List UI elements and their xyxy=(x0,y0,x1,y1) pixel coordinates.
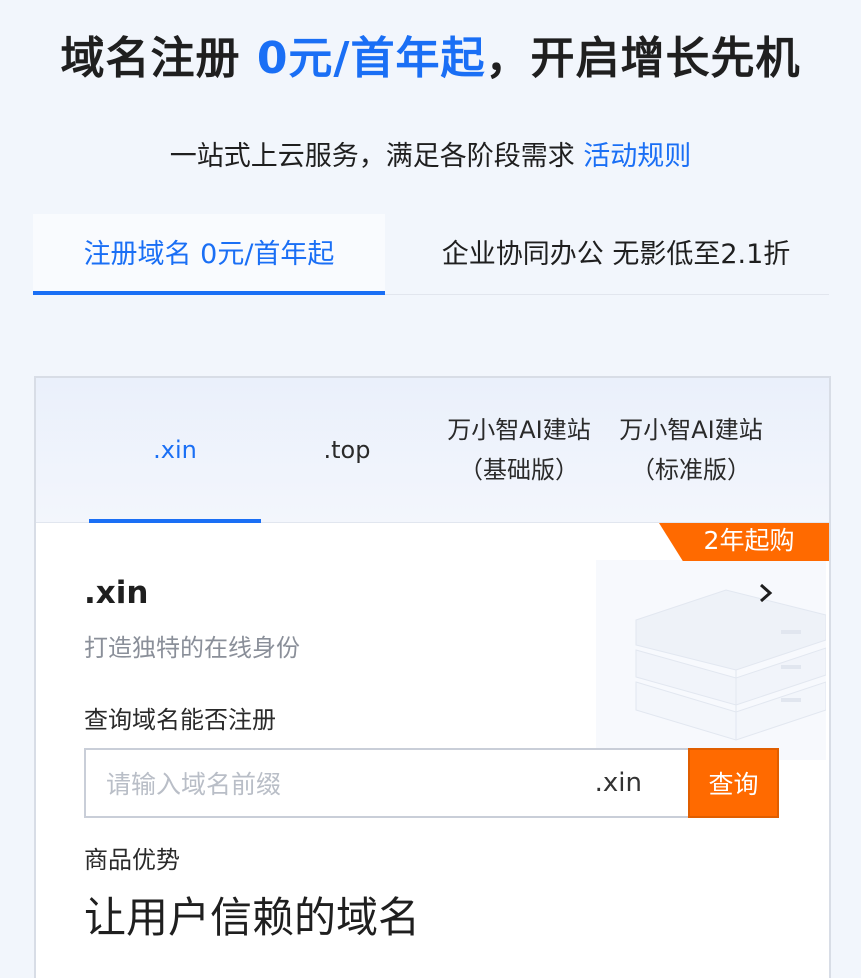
promo-badge: 2年起购 xyxy=(659,523,829,561)
product-tab-bar: .xin .top 万小智AI建站 （基础版） 万小智AI建站 （标准版） xyxy=(36,378,829,523)
chevron-right-icon[interactable] xyxy=(752,578,780,608)
product-description: 打造独特的在线身份 xyxy=(84,634,300,662)
advantage-title: 让用户信赖的域名 xyxy=(84,893,421,942)
server-illustration xyxy=(596,560,826,760)
tab-domain-registration[interactable]: 注册域名 0元/首年起 xyxy=(33,214,385,295)
product-tab-ai-basic[interactable]: 万小智AI建站 （基础版） xyxy=(433,378,605,522)
search-button[interactable]: 查询 xyxy=(688,748,779,818)
domain-suffix: .xin xyxy=(594,768,642,798)
domain-search-input[interactable] xyxy=(86,750,588,818)
product-name: .xin xyxy=(84,575,149,611)
product-tab-sublabel: （标准版） xyxy=(631,456,751,484)
product-tab-label: .top xyxy=(323,436,371,464)
product-tab-top[interactable]: .top xyxy=(261,378,433,522)
active-tab-indicator xyxy=(89,519,261,523)
top-tab-bar: 注册域名 0元/首年起 企业协同办公 无影低至2.1折 xyxy=(33,214,829,295)
subtitle-text: 一站式上云服务，满足各阶段需求 xyxy=(169,141,584,172)
product-card: .xin .top 万小智AI建站 （基础版） 万小智AI建站 （标准版） 2年… xyxy=(34,376,831,978)
domain-search-box: .xin xyxy=(84,748,688,818)
page-title: 域名注册 0元/首年起，开启增长先机 xyxy=(0,22,861,86)
title-prefix: 域名注册 xyxy=(60,33,257,84)
product-tab-label: 万小智AI建站 xyxy=(619,416,763,444)
query-label: 查询域名能否注册 xyxy=(84,706,276,734)
tab-enterprise-office[interactable]: 企业协同办公 无影低至2.1折 xyxy=(421,214,811,294)
advantage-label: 商品优势 xyxy=(84,846,180,874)
product-tab-label: 万小智AI建站 xyxy=(447,416,591,444)
title-accent: 0元/首年起 xyxy=(256,33,486,84)
product-tab-ai-standard[interactable]: 万小智AI建站 （标准版） xyxy=(605,378,777,522)
product-tab-label: .xin xyxy=(153,436,197,464)
title-suffix: ，开启增长先机 xyxy=(485,33,801,84)
rules-link[interactable]: 活动规则 xyxy=(583,141,691,172)
product-tab-sublabel: （基础版） xyxy=(459,456,579,484)
product-tab-xin[interactable]: .xin xyxy=(89,378,261,522)
page-subtitle: 一站式上云服务，满足各阶段需求 活动规则 xyxy=(0,134,861,173)
